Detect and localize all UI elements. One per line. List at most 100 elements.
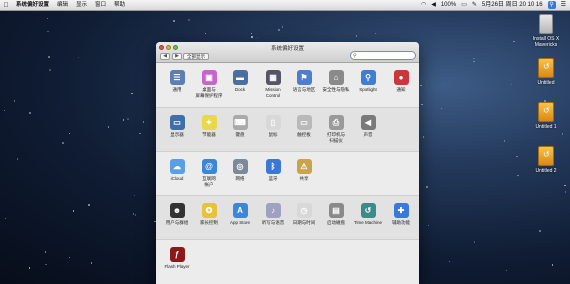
flash-player-icon: ƒ [169,247,185,262]
pref-pane-app-store[interactable]: A App Store [224,203,256,226]
star [517,174,519,177]
search-field[interactable]: ⚲ [350,51,416,60]
show-all-button[interactable]: 全部显示 [183,53,209,60]
input-source-icon[interactable]: ✎ [472,0,477,11]
pref-pane-notifications[interactable]: ● 通知 [385,70,417,93]
menu-edit[interactable]: 编辑 [53,0,72,11]
wifi-icon[interactable]: ◠ [421,0,426,11]
section-hardware: ▭ 显示器 ✦ 节能器 ⌨ 键盘 ▯ 鼠标 ▭ 触控板 ⎙ 打印机与 扫描仪 ◀ 声音 [156,107,419,151]
pref-pane-label: Flash Player [164,264,190,269]
star [13,100,16,102]
pref-pane-accessibility[interactable]: ✚ 辅助功能 [385,203,417,226]
star [250,32,253,35]
notification-center-icon[interactable]: ☰ [561,0,566,11]
section-internet: ☁ iCloud @ 互联网 帐户 ◎ 网络 ᛒ 蓝牙 ⚠ 共享 [156,151,419,195]
pref-pane-label: 启动磁盘 [327,220,345,225]
star [374,32,377,35]
pref-pane-label: 显示器 [170,132,184,137]
pref-pane-parental-controls[interactable]: ✪ 家长控制 [193,203,225,226]
pref-pane-date-time[interactable]: ◷ 日期与时间 [288,203,320,226]
desktop-icon-untitled-1[interactable]: Untitled 1 [524,102,568,130]
pref-pane-security-privacy[interactable]: ⌂ 安全性与隐私 [320,70,352,93]
drive-icon [538,102,554,122]
pref-pane-icloud[interactable]: ☁ iCloud [161,159,193,182]
star [88,204,90,206]
pref-pane-keyboard[interactable]: ⌨ 键盘 [224,115,256,138]
spotlight-menu-icon[interactable]: ⚲ [547,1,556,9]
battery-icon[interactable]: ▭ [461,0,467,11]
pref-pane-label: Dock [234,87,246,92]
pref-pane-printer[interactable]: ⎙ 打印机与 扫描仪 [320,115,352,143]
pref-pane-displays[interactable]: ▭ 显示器 [161,115,193,138]
pref-pane-dictation-speech[interactable]: ♪ 听写与语音 [257,203,289,226]
security-privacy-icon: ⌂ [328,70,344,85]
star [505,269,507,272]
pref-pane-label: 用户与群组 [165,220,189,225]
pref-pane-label: App Store [229,220,250,225]
desktop-icon-label: Install OS X Mavericks [532,36,560,48]
pref-pane-trackpad[interactable]: ▭ 触控板 [288,115,320,138]
menu-view[interactable]: 显示 [72,0,91,11]
app-store-icon: A [232,203,248,218]
apple-menu-icon[interactable]:  [0,0,12,11]
pref-pane-mission-control[interactable]: ▦ Mission Control [257,70,289,98]
star [47,30,49,33]
desktop-icon-untitled[interactable]: Untitled [524,58,568,86]
pref-pane-sound[interactable]: ◀ 声音 [352,115,384,138]
pref-pane-language-region[interactable]: ⚑ 语言与地区 [288,70,320,93]
pref-pane-energy-saver[interactable]: ✦ 节能器 [193,115,225,138]
star [551,264,554,266]
desktop-icon-label: Untitled 2 [535,168,557,174]
keyboard-icon: ⌨ [232,115,248,130]
desktop-icon-untitled-2[interactable]: Untitled 2 [524,146,568,174]
star [77,56,80,59]
star [278,29,280,31]
pref-pane-label: 鼠标 [268,132,278,137]
spotlight-icon: ⚲ [360,70,376,85]
pref-pane-spotlight[interactable]: ⚲ Spotlight [352,70,384,93]
displays-icon: ▭ [169,115,185,130]
desktop-icon-installer[interactable]: Install OS X Mavericks [524,14,568,48]
pref-pane-label: 语言与地区 [292,87,316,92]
desktop-icon-label: Untitled 1 [535,124,557,130]
star [561,133,564,135]
general-icon: ☰ [169,70,185,85]
drive-icon [538,146,554,166]
forward-button[interactable]: ▶ [172,53,182,60]
back-button[interactable]: ◀ [160,53,170,60]
pref-pane-startup-disk[interactable]: ▤ 启动磁盘 [320,203,352,226]
section-system: ☻ 用户与群组 ✪ 家长控制 A App Store ♪ 听写与语音 ◷ 日期与时间 ▤ 启动磁盘 ↺ T… [156,195,419,239]
pref-pane-network[interactable]: ◎ 网络 [224,159,256,182]
star [16,158,18,160]
menu-app-name[interactable]: 系统偏好设置 [12,0,53,11]
pref-pane-users-groups[interactable]: ☻ 用户与群组 [161,203,193,226]
pref-pane-general[interactable]: ☰ 通用 [161,70,193,93]
star [516,155,518,158]
star [90,262,93,264]
network-icon: ◎ [232,159,248,174]
pref-pane-sharing[interactable]: ⚠ 共享 [288,159,320,182]
menu-help[interactable]: 帮助 [110,0,129,11]
star [44,251,47,253]
pref-pane-label: 共享 [299,176,309,181]
pref-pane-flash-player[interactable]: ƒ Flash Player [161,247,193,270]
menu-bar:  系统偏好设置 编辑 显示 窗口 帮助 ◠ ◀ 100% ▭ ✎ 5月26日 … [0,0,570,11]
volume-icon[interactable]: ◀ [431,0,436,11]
battery-percent[interactable]: 100% [441,0,456,11]
menu-window[interactable]: 窗口 [91,0,110,11]
clock[interactable]: 5月26日 周日 20 10 16 [482,0,543,11]
pref-pane-label: 键盘 [235,132,245,137]
pref-pane-label: 日期与时间 [292,220,316,225]
star [256,36,259,39]
pref-pane-internet-accounts[interactable]: @ 互联网 帐户 [193,159,225,187]
pref-pane-bluetooth[interactable]: ᛒ 蓝牙 [257,159,289,182]
pref-pane-label: 家长控制 [200,220,218,225]
pref-pane-mouse[interactable]: ▯ 鼠标 [257,115,289,138]
mouse-icon: ▯ [265,115,281,130]
dictation-speech-icon: ♪ [265,203,281,218]
pref-pane-desktop-screensaver[interactable]: ▣ 桌面与 屏幕保护程序 [193,70,225,98]
pref-pane-time-machine[interactable]: ↺ Time Machine [352,203,384,226]
pref-pane-dock[interactable]: ▬ Dock [224,70,256,93]
star [4,217,7,220]
star [426,186,428,188]
